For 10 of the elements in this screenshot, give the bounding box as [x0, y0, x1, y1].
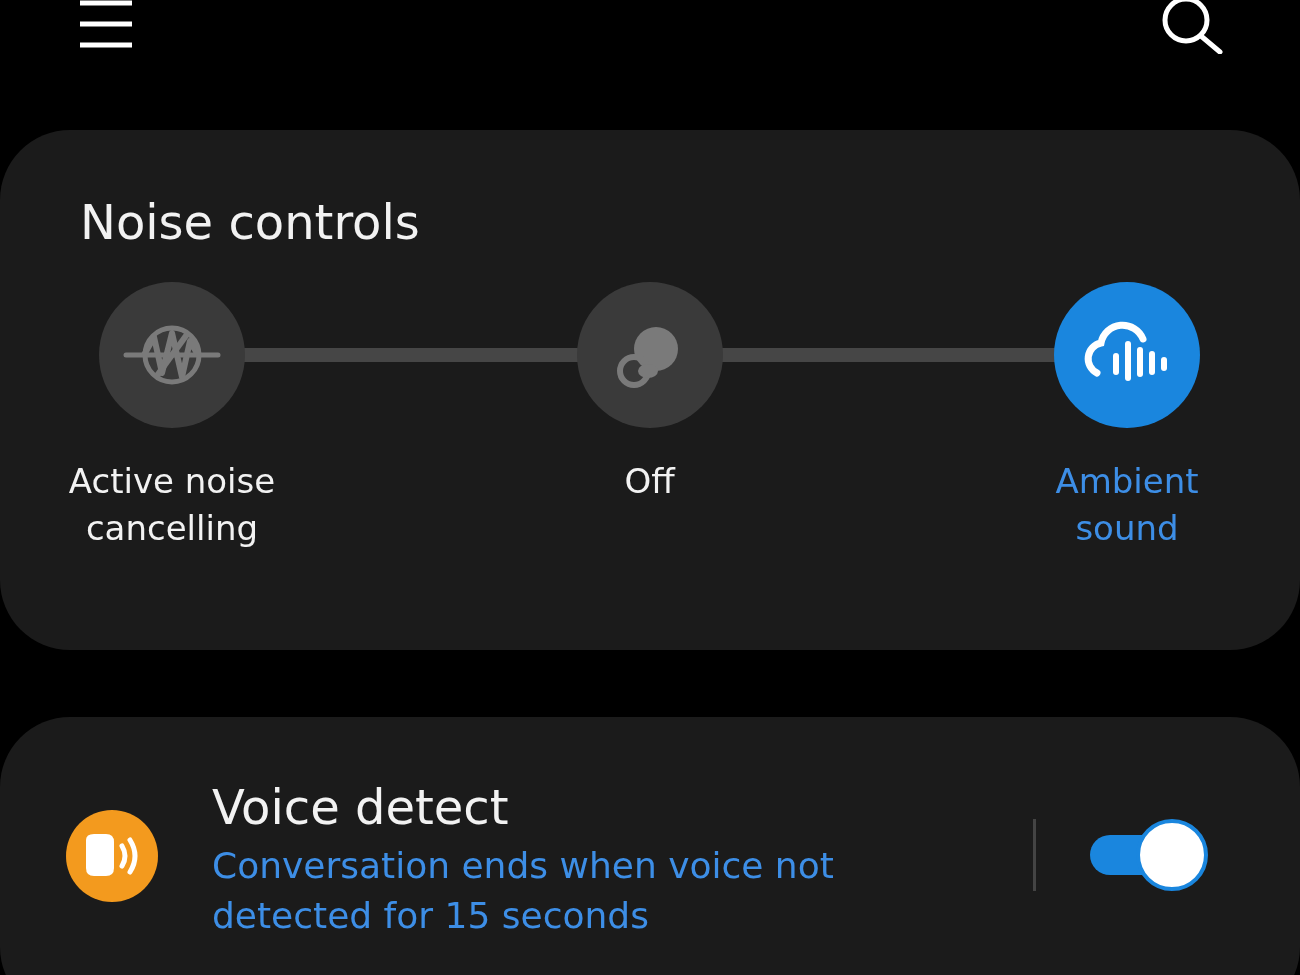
mode-label: Ambient sound	[1054, 460, 1200, 550]
section-title: Noise controls	[80, 193, 420, 252]
setting-description: Conversation ends when voice not detected for 15 seconds	[212, 844, 835, 938]
speaking-head-icon	[66, 810, 158, 902]
setting-title: Voice detect	[212, 778, 509, 837]
toggle-switch[interactable]	[1090, 819, 1210, 891]
menu-icon[interactable]	[80, 0, 134, 50]
search-icon[interactable]	[1162, 0, 1224, 54]
mode-label: Off	[624, 460, 675, 503]
mode-label: Active noise cancelling	[67, 460, 277, 550]
